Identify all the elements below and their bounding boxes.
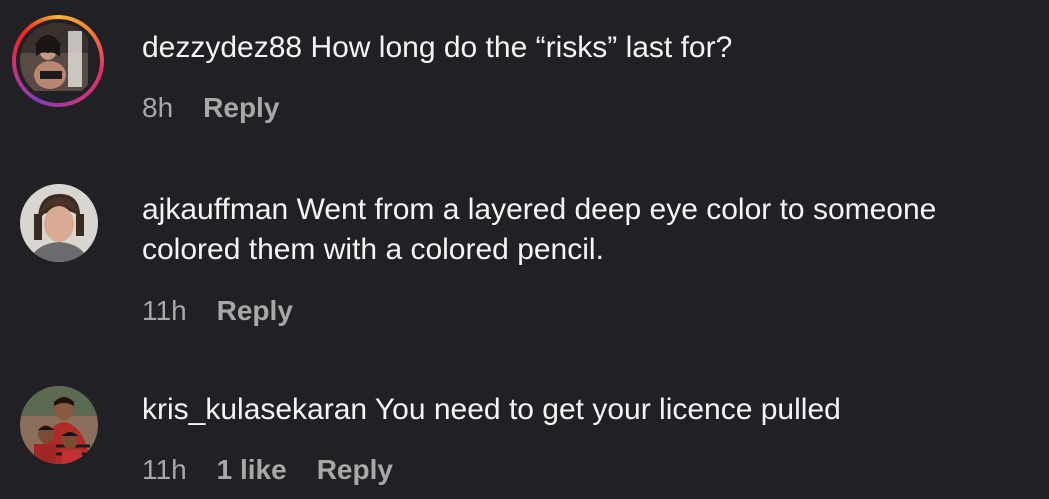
comment-text-block: ajkauffman Went from a layered deep eye … bbox=[142, 190, 1042, 270]
avatar bbox=[20, 23, 96, 99]
comment-meta: 8h Reply bbox=[142, 92, 279, 124]
comment-text-block: dezzydez88 How long do the “risks” last … bbox=[142, 28, 1042, 68]
comment-username[interactable]: dezzydez88 bbox=[142, 31, 302, 64]
comment-meta: 11h Reply bbox=[142, 295, 293, 327]
comment-body: How long do the “risks” last for? bbox=[310, 31, 733, 64]
comment-timestamp: 11h bbox=[142, 295, 187, 326]
comment-body: You need to get your licence pulled bbox=[374, 393, 841, 426]
comment-username[interactable]: ajkauffman bbox=[142, 193, 288, 226]
comment-text-block: kris_kulasekaran You need to get your li… bbox=[142, 390, 1042, 430]
comment-timestamp: 11h bbox=[142, 454, 187, 485]
reply-button[interactable]: Reply bbox=[203, 92, 279, 124]
like-count-link[interactable]: 1 like bbox=[217, 454, 287, 486]
comment-username[interactable]: kris_kulasekaran bbox=[142, 393, 367, 426]
reply-button[interactable]: Reply bbox=[217, 295, 293, 327]
reply-button[interactable]: Reply bbox=[317, 454, 393, 486]
avatar[interactable] bbox=[20, 386, 98, 464]
comment-meta: 11h 1 like Reply bbox=[142, 454, 393, 486]
avatar[interactable] bbox=[20, 184, 98, 262]
avatar-story-ring[interactable] bbox=[12, 15, 104, 107]
comment-timestamp: 8h bbox=[142, 92, 174, 123]
